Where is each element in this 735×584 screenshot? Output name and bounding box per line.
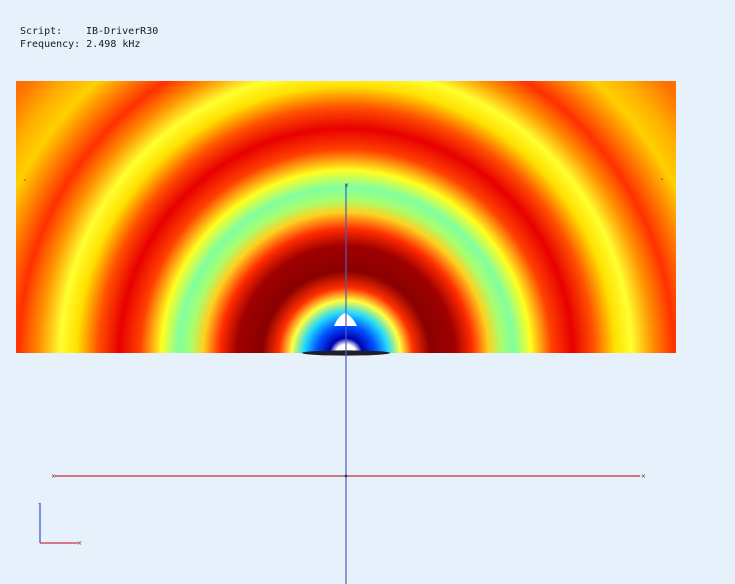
3d-viewport[interactable]: × × ·× · × (0, 0, 735, 584)
edge-marker-right (661, 178, 663, 180)
triad-y-tip: · (38, 501, 40, 508)
axis-origin-marker (344, 474, 348, 478)
horizontal-axis-left-marker: × (51, 473, 56, 480)
horizontal-axis-right-marker: ·× (639, 473, 646, 480)
edge-marker-left (24, 179, 26, 181)
orientation-triad: · × (38, 501, 82, 547)
vertical-axis-top-marker: × (344, 182, 349, 189)
triad-x-tip: × (77, 540, 82, 547)
